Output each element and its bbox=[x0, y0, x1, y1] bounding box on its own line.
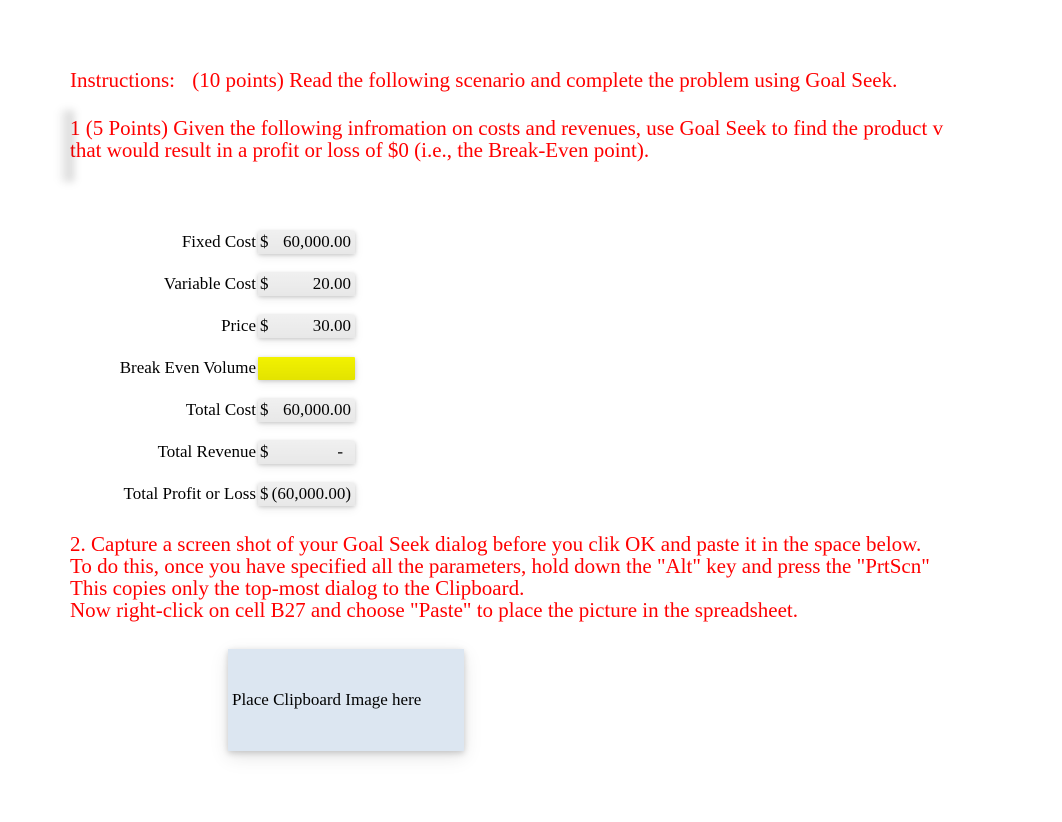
q1-line1: 1 (5 Points) Given the following infroma… bbox=[70, 117, 1062, 139]
value-text: 20.00 bbox=[272, 274, 355, 294]
row-variable-cost: Variable Cost $ 20.00 bbox=[98, 263, 1062, 305]
cell-label: Total Revenue bbox=[98, 442, 258, 462]
currency-symbol: $ bbox=[258, 316, 272, 336]
row-total-cost: Total Cost $ 60,000.00 bbox=[98, 389, 1062, 431]
currency-symbol: $ bbox=[258, 232, 272, 252]
currency-symbol: $ bbox=[258, 274, 272, 294]
cell-label: Price bbox=[98, 316, 258, 336]
question-2: 2. Capture a screen shot of your Goal Se… bbox=[70, 533, 1062, 621]
cell-value[interactable]: $ 60,000.00 bbox=[258, 399, 355, 422]
cell-label: Total Profit or Loss bbox=[98, 484, 258, 504]
value-text: 30.00 bbox=[272, 316, 355, 336]
q2-line2: To do this, once you have specified all … bbox=[70, 555, 1062, 577]
row-total-revenue: Total Revenue $ - bbox=[98, 431, 1062, 473]
cell-label: Variable Cost bbox=[98, 274, 258, 294]
image-placeholder[interactable]: Place Clipboard Image here bbox=[228, 649, 464, 751]
currency-symbol: $ bbox=[258, 484, 272, 504]
question-1: 1 (5 Points) Given the following infroma… bbox=[70, 117, 1062, 161]
instructions-text: (10 points) Read the following scenario … bbox=[192, 68, 897, 92]
cell-value[interactable]: $ (60,000.00) bbox=[258, 483, 355, 506]
row-break-even: Break Even Volume bbox=[98, 347, 1062, 389]
q2-line1: 2. Capture a screen shot of your Goal Se… bbox=[70, 533, 1062, 555]
value-text: 60,000.00 bbox=[272, 400, 355, 420]
page-content: Instructions: (10 points) Read the follo… bbox=[0, 0, 1062, 751]
row-total-profit: Total Profit or Loss $ (60,000.00) bbox=[98, 473, 1062, 515]
cell-value-highlight[interactable] bbox=[258, 357, 355, 380]
q2-line3: This copies only the top-most dialog to … bbox=[70, 577, 1062, 599]
value-text: - bbox=[272, 442, 355, 462]
cell-label: Fixed Cost bbox=[98, 232, 258, 252]
cell-value[interactable]: $ - bbox=[258, 441, 355, 464]
q1-line2: that would result in a profit or loss of… bbox=[70, 139, 1062, 161]
placeholder-text: Place Clipboard Image here bbox=[232, 690, 421, 710]
q2-line4: Now right-click on cell B27 and choose "… bbox=[70, 599, 1062, 621]
decorative-shadow bbox=[60, 110, 74, 182]
row-price: Price $ 30.00 bbox=[98, 305, 1062, 347]
currency-symbol: $ bbox=[258, 400, 272, 420]
cell-label: Total Cost bbox=[98, 400, 258, 420]
value-text: (60,000.00) bbox=[272, 484, 355, 504]
value-text: 60,000.00 bbox=[272, 232, 355, 252]
cell-value[interactable]: $ 30.00 bbox=[258, 315, 355, 338]
instructions-line: Instructions: (10 points) Read the follo… bbox=[70, 68, 1062, 93]
cell-label: Break Even Volume bbox=[98, 358, 258, 378]
cell-value[interactable]: $ 20.00 bbox=[258, 273, 355, 296]
row-fixed-cost: Fixed Cost $ 60,000.00 bbox=[98, 221, 1062, 263]
data-table: Fixed Cost $ 60,000.00 Variable Cost $ 2… bbox=[98, 221, 1062, 515]
instructions-label: Instructions: bbox=[70, 68, 175, 92]
currency-symbol: $ bbox=[258, 442, 272, 462]
cell-value[interactable]: $ 60,000.00 bbox=[258, 231, 355, 254]
